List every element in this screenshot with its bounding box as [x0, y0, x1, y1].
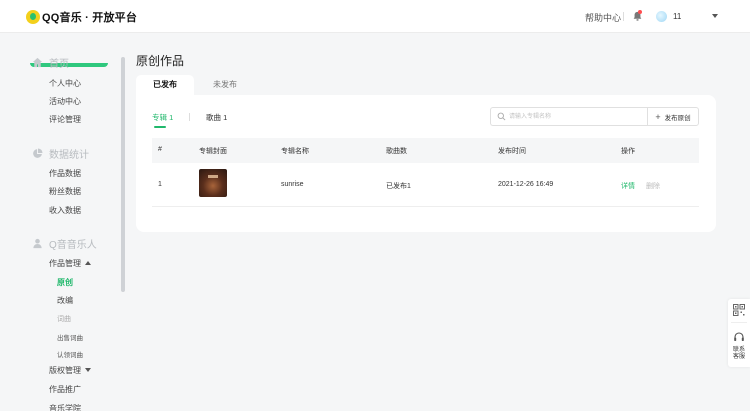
col-actions: 操作: [621, 148, 635, 155]
user-icon: [33, 238, 42, 249]
sidebar-item-lyrics[interactable]: 词曲: [57, 314, 71, 324]
user-menu-chevron-down-icon[interactable]: [712, 14, 718, 18]
notification-dot: [638, 10, 642, 14]
tab-published[interactable]: 已发布: [136, 75, 194, 95]
sidebar-section-musician[interactable]: Q音音乐人: [32, 236, 97, 251]
page-title: 原创作品: [136, 54, 185, 68]
sidebar-item-works-manage[interactable]: 作品管理: [49, 258, 91, 269]
table-row: 1 sunrise 已发布1 2021-12-26 16:49 详情 删除: [152, 163, 699, 207]
sidebar-item-works-data[interactable]: 作品数据: [49, 168, 81, 179]
plus-icon: +: [655, 111, 661, 122]
table-header: # 专辑封面 专辑名称 歌曲数 发布时间 操作: [152, 138, 699, 163]
col-song-count: 歌曲数: [386, 148, 407, 155]
col-index: #: [158, 146, 162, 153]
sidebar-item-label: 作品管理: [49, 259, 81, 268]
sidebar-section-label: 首页: [49, 59, 69, 70]
sidebar-section-home[interactable]: 首页: [32, 55, 69, 70]
avatar[interactable]: [656, 11, 667, 22]
floating-divider: [731, 322, 747, 323]
tab-unpublished[interactable]: 未发布: [196, 75, 254, 95]
col-album-name: 专辑名称: [281, 148, 309, 155]
detail-link[interactable]: 详情: [621, 181, 635, 191]
logo[interactable]: QQ音乐 · 开放平台: [26, 9, 137, 25]
home-icon: [32, 57, 43, 68]
sidebar-item-cover[interactable]: 改编: [57, 295, 73, 306]
album-cover-image[interactable]: [199, 169, 227, 197]
pie-chart-icon: [33, 148, 43, 158]
sidebar-item-academy[interactable]: 音乐学院: [49, 403, 81, 411]
col-cover: 专辑封面: [199, 148, 227, 155]
search-input[interactable]: [509, 111, 639, 122]
album-search: [490, 107, 647, 126]
sidebar-item-original[interactable]: 原创: [57, 277, 73, 288]
sidebar-item-activity[interactable]: 活动中心: [49, 96, 81, 107]
publish-button-label: 发布原创: [664, 114, 691, 122]
row-song-count: 已发布1: [386, 183, 411, 190]
top-bar: QQ音乐 · 开放平台 帮助中心 11: [0, 0, 750, 33]
sidebar-scrollbar[interactable]: [121, 57, 125, 292]
sidebar-item-claim-lyrics[interactable]: 认领词曲: [57, 349, 83, 359]
headset-icon[interactable]: [733, 331, 745, 343]
subtab-song[interactable]: 歌曲 1: [206, 112, 227, 123]
sidebar-section-label: Q音音乐人: [49, 240, 97, 251]
works-card: 专辑 1 歌曲 1 + 发布原创 # 专辑封面 专辑名称 歌曲数 发布时间 操作…: [136, 95, 716, 232]
sidebar-item-promotion[interactable]: 作品推广: [49, 384, 81, 395]
help-center-link[interactable]: 帮助中心: [585, 11, 621, 24]
sidebar-item-copyright[interactable]: 版权管理: [49, 365, 91, 376]
username[interactable]: 11: [673, 12, 681, 21]
search-icon: [497, 112, 506, 121]
sidebar-item-fans-data[interactable]: 粉丝数据: [49, 186, 81, 197]
chevron-down-icon: [85, 368, 91, 372]
qr-code-icon[interactable]: [733, 304, 745, 316]
subtab-divider: [189, 113, 190, 121]
sidebar-item-income-data[interactable]: 收入数据: [49, 205, 81, 216]
sidebar-item-sell-lyrics[interactable]: 出售词曲: [57, 332, 83, 342]
delete-link[interactable]: 删除: [646, 181, 660, 191]
sidebar-item-comments[interactable]: 评论管理: [49, 114, 81, 125]
subtab-album[interactable]: 专辑 1: [152, 112, 173, 128]
row-album-name: sunrise: [281, 181, 304, 188]
sidebar-section-stats[interactable]: 数据统计: [32, 146, 89, 161]
row-publish-time: 2021-12-26 16:49: [498, 181, 554, 188]
logo-text: QQ音乐 · 开放平台: [42, 12, 138, 24]
floating-toolbox: 联系客服: [728, 299, 750, 367]
header-divider: [623, 12, 624, 21]
sidebar-item-profile[interactable]: 个人中心: [49, 78, 81, 89]
sidebar: 首页 个人中心 活动中心 评论管理 数据统计 作品数据 粉丝数据 收入数据 Q音…: [0, 33, 122, 411]
col-publish-time: 发布时间: [498, 148, 526, 155]
sidebar-section-label: 数据统计: [49, 150, 89, 161]
row-index: 1: [158, 181, 162, 188]
chevron-up-icon: [85, 261, 91, 265]
contact-support-label[interactable]: 联系客服: [731, 347, 747, 361]
sidebar-item-label: 版权管理: [49, 366, 81, 375]
publish-original-button[interactable]: + 发布原创: [647, 107, 699, 126]
qq-music-logo-icon: [26, 10, 40, 24]
